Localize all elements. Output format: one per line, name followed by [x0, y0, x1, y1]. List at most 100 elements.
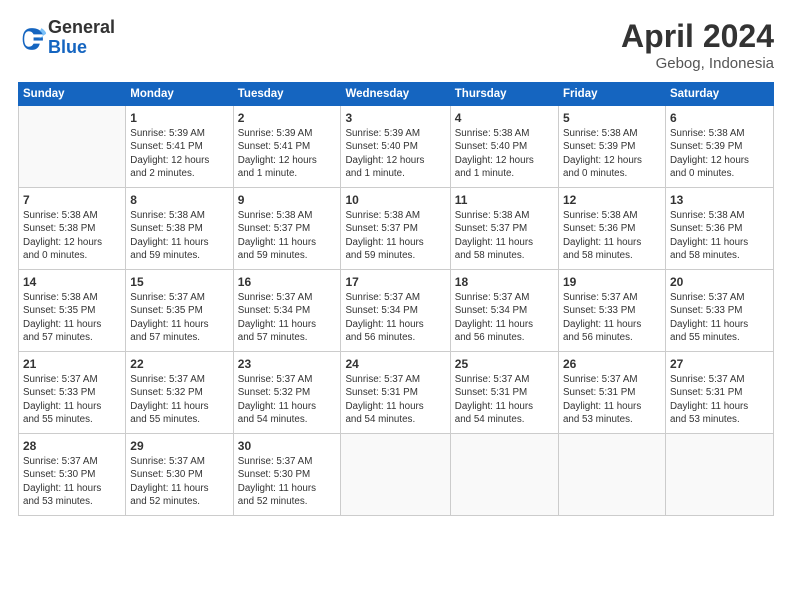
day-info: Sunrise: 5:38 AMSunset: 5:37 PMDaylight:…: [455, 209, 554, 262]
table-row: 10Sunrise: 5:38 AMSunset: 5:37 PMDayligh…: [341, 188, 450, 270]
col-monday: Monday: [126, 83, 233, 106]
calendar-header-row: Sunday Monday Tuesday Wednesday Thursday…: [19, 83, 774, 106]
logo-blue: Blue: [48, 38, 115, 58]
day-number: 5: [563, 110, 661, 126]
day-info: Sunrise: 5:37 AMSunset: 5:33 PMDaylight:…: [23, 373, 121, 426]
table-row: 26Sunrise: 5:37 AMSunset: 5:31 PMDayligh…: [558, 352, 665, 434]
table-row: 13Sunrise: 5:38 AMSunset: 5:36 PMDayligh…: [665, 188, 773, 270]
day-number: 8: [130, 192, 228, 208]
table-row: 14Sunrise: 5:38 AMSunset: 5:35 PMDayligh…: [19, 270, 126, 352]
logo: General Blue: [18, 18, 115, 58]
day-number: 21: [23, 356, 121, 372]
day-info: Sunrise: 5:37 AMSunset: 5:32 PMDaylight:…: [238, 373, 337, 426]
day-number: 11: [455, 192, 554, 208]
day-number: 29: [130, 438, 228, 454]
day-number: 9: [238, 192, 337, 208]
calendar-week-row: 21Sunrise: 5:37 AMSunset: 5:33 PMDayligh…: [19, 352, 774, 434]
day-info: Sunrise: 5:37 AMSunset: 5:34 PMDaylight:…: [455, 291, 554, 344]
calendar-week-row: 1Sunrise: 5:39 AMSunset: 5:41 PMDaylight…: [19, 106, 774, 188]
day-info: Sunrise: 5:37 AMSunset: 5:32 PMDaylight:…: [130, 373, 228, 426]
day-info: Sunrise: 5:37 AMSunset: 5:33 PMDaylight:…: [670, 291, 769, 344]
calendar-week-row: 14Sunrise: 5:38 AMSunset: 5:35 PMDayligh…: [19, 270, 774, 352]
table-row: 28Sunrise: 5:37 AMSunset: 5:30 PMDayligh…: [19, 434, 126, 516]
table-row: 11Sunrise: 5:38 AMSunset: 5:37 PMDayligh…: [450, 188, 558, 270]
day-info: Sunrise: 5:37 AMSunset: 5:34 PMDaylight:…: [345, 291, 445, 344]
day-info: Sunrise: 5:37 AMSunset: 5:30 PMDaylight:…: [23, 455, 121, 508]
logo-general: General: [48, 18, 115, 38]
table-row: 8Sunrise: 5:38 AMSunset: 5:38 PMDaylight…: [126, 188, 233, 270]
day-info: Sunrise: 5:37 AMSunset: 5:31 PMDaylight:…: [670, 373, 769, 426]
day-number: 24: [345, 356, 445, 372]
day-number: 19: [563, 274, 661, 290]
table-row: [341, 434, 450, 516]
day-number: 17: [345, 274, 445, 290]
day-number: 26: [563, 356, 661, 372]
table-row: 19Sunrise: 5:37 AMSunset: 5:33 PMDayligh…: [558, 270, 665, 352]
day-number: 14: [23, 274, 121, 290]
day-number: 23: [238, 356, 337, 372]
day-number: 13: [670, 192, 769, 208]
table-row: 30Sunrise: 5:37 AMSunset: 5:30 PMDayligh…: [233, 434, 341, 516]
table-row: 20Sunrise: 5:37 AMSunset: 5:33 PMDayligh…: [665, 270, 773, 352]
day-number: 25: [455, 356, 554, 372]
day-info: Sunrise: 5:38 AMSunset: 5:35 PMDaylight:…: [23, 291, 121, 344]
day-info: Sunrise: 5:37 AMSunset: 5:34 PMDaylight:…: [238, 291, 337, 344]
table-row: 6Sunrise: 5:38 AMSunset: 5:39 PMDaylight…: [665, 106, 773, 188]
col-wednesday: Wednesday: [341, 83, 450, 106]
calendar-table: Sunday Monday Tuesday Wednesday Thursday…: [18, 82, 774, 516]
day-number: 27: [670, 356, 769, 372]
table-row: 15Sunrise: 5:37 AMSunset: 5:35 PMDayligh…: [126, 270, 233, 352]
day-info: Sunrise: 5:38 AMSunset: 5:38 PMDaylight:…: [23, 209, 121, 262]
day-info: Sunrise: 5:38 AMSunset: 5:39 PMDaylight:…: [670, 127, 769, 180]
day-info: Sunrise: 5:38 AMSunset: 5:37 PMDaylight:…: [238, 209, 337, 262]
day-info: Sunrise: 5:38 AMSunset: 5:37 PMDaylight:…: [345, 209, 445, 262]
title-month: April 2024: [621, 18, 774, 55]
day-number: 4: [455, 110, 554, 126]
day-info: Sunrise: 5:38 AMSunset: 5:36 PMDaylight:…: [563, 209, 661, 262]
table-row: 22Sunrise: 5:37 AMSunset: 5:32 PMDayligh…: [126, 352, 233, 434]
title-block: April 2024 Gebog, Indonesia: [621, 18, 774, 72]
day-number: 15: [130, 274, 228, 290]
col-saturday: Saturday: [665, 83, 773, 106]
table-row: 7Sunrise: 5:38 AMSunset: 5:38 PMDaylight…: [19, 188, 126, 270]
day-info: Sunrise: 5:38 AMSunset: 5:40 PMDaylight:…: [455, 127, 554, 180]
day-number: 12: [563, 192, 661, 208]
title-location: Gebog, Indonesia: [621, 55, 774, 72]
table-row: 12Sunrise: 5:38 AMSunset: 5:36 PMDayligh…: [558, 188, 665, 270]
col-tuesday: Tuesday: [233, 83, 341, 106]
day-info: Sunrise: 5:39 AMSunset: 5:41 PMDaylight:…: [238, 127, 337, 180]
logo-text: General Blue: [48, 18, 115, 58]
day-info: Sunrise: 5:37 AMSunset: 5:35 PMDaylight:…: [130, 291, 228, 344]
day-number: 7: [23, 192, 121, 208]
col-sunday: Sunday: [19, 83, 126, 106]
day-info: Sunrise: 5:38 AMSunset: 5:38 PMDaylight:…: [130, 209, 228, 262]
table-row: [558, 434, 665, 516]
page: General Blue April 2024 Gebog, Indonesia…: [0, 0, 792, 612]
day-info: Sunrise: 5:37 AMSunset: 5:30 PMDaylight:…: [130, 455, 228, 508]
day-info: Sunrise: 5:39 AMSunset: 5:41 PMDaylight:…: [130, 127, 228, 180]
day-number: 3: [345, 110, 445, 126]
table-row: [450, 434, 558, 516]
day-number: 16: [238, 274, 337, 290]
day-number: 20: [670, 274, 769, 290]
day-info: Sunrise: 5:37 AMSunset: 5:31 PMDaylight:…: [455, 373, 554, 426]
day-info: Sunrise: 5:38 AMSunset: 5:39 PMDaylight:…: [563, 127, 661, 180]
table-row: 25Sunrise: 5:37 AMSunset: 5:31 PMDayligh…: [450, 352, 558, 434]
table-row: 18Sunrise: 5:37 AMSunset: 5:34 PMDayligh…: [450, 270, 558, 352]
day-number: 2: [238, 110, 337, 126]
day-number: 18: [455, 274, 554, 290]
table-row: 29Sunrise: 5:37 AMSunset: 5:30 PMDayligh…: [126, 434, 233, 516]
col-friday: Friday: [558, 83, 665, 106]
table-row: 23Sunrise: 5:37 AMSunset: 5:32 PMDayligh…: [233, 352, 341, 434]
table-row: 17Sunrise: 5:37 AMSunset: 5:34 PMDayligh…: [341, 270, 450, 352]
table-row: 1Sunrise: 5:39 AMSunset: 5:41 PMDaylight…: [126, 106, 233, 188]
day-number: 1: [130, 110, 228, 126]
calendar-week-row: 28Sunrise: 5:37 AMSunset: 5:30 PMDayligh…: [19, 434, 774, 516]
table-row: [19, 106, 126, 188]
table-row: [665, 434, 773, 516]
day-number: 10: [345, 192, 445, 208]
day-info: Sunrise: 5:37 AMSunset: 5:31 PMDaylight:…: [563, 373, 661, 426]
day-info: Sunrise: 5:38 AMSunset: 5:36 PMDaylight:…: [670, 209, 769, 262]
day-number: 30: [238, 438, 337, 454]
table-row: 5Sunrise: 5:38 AMSunset: 5:39 PMDaylight…: [558, 106, 665, 188]
